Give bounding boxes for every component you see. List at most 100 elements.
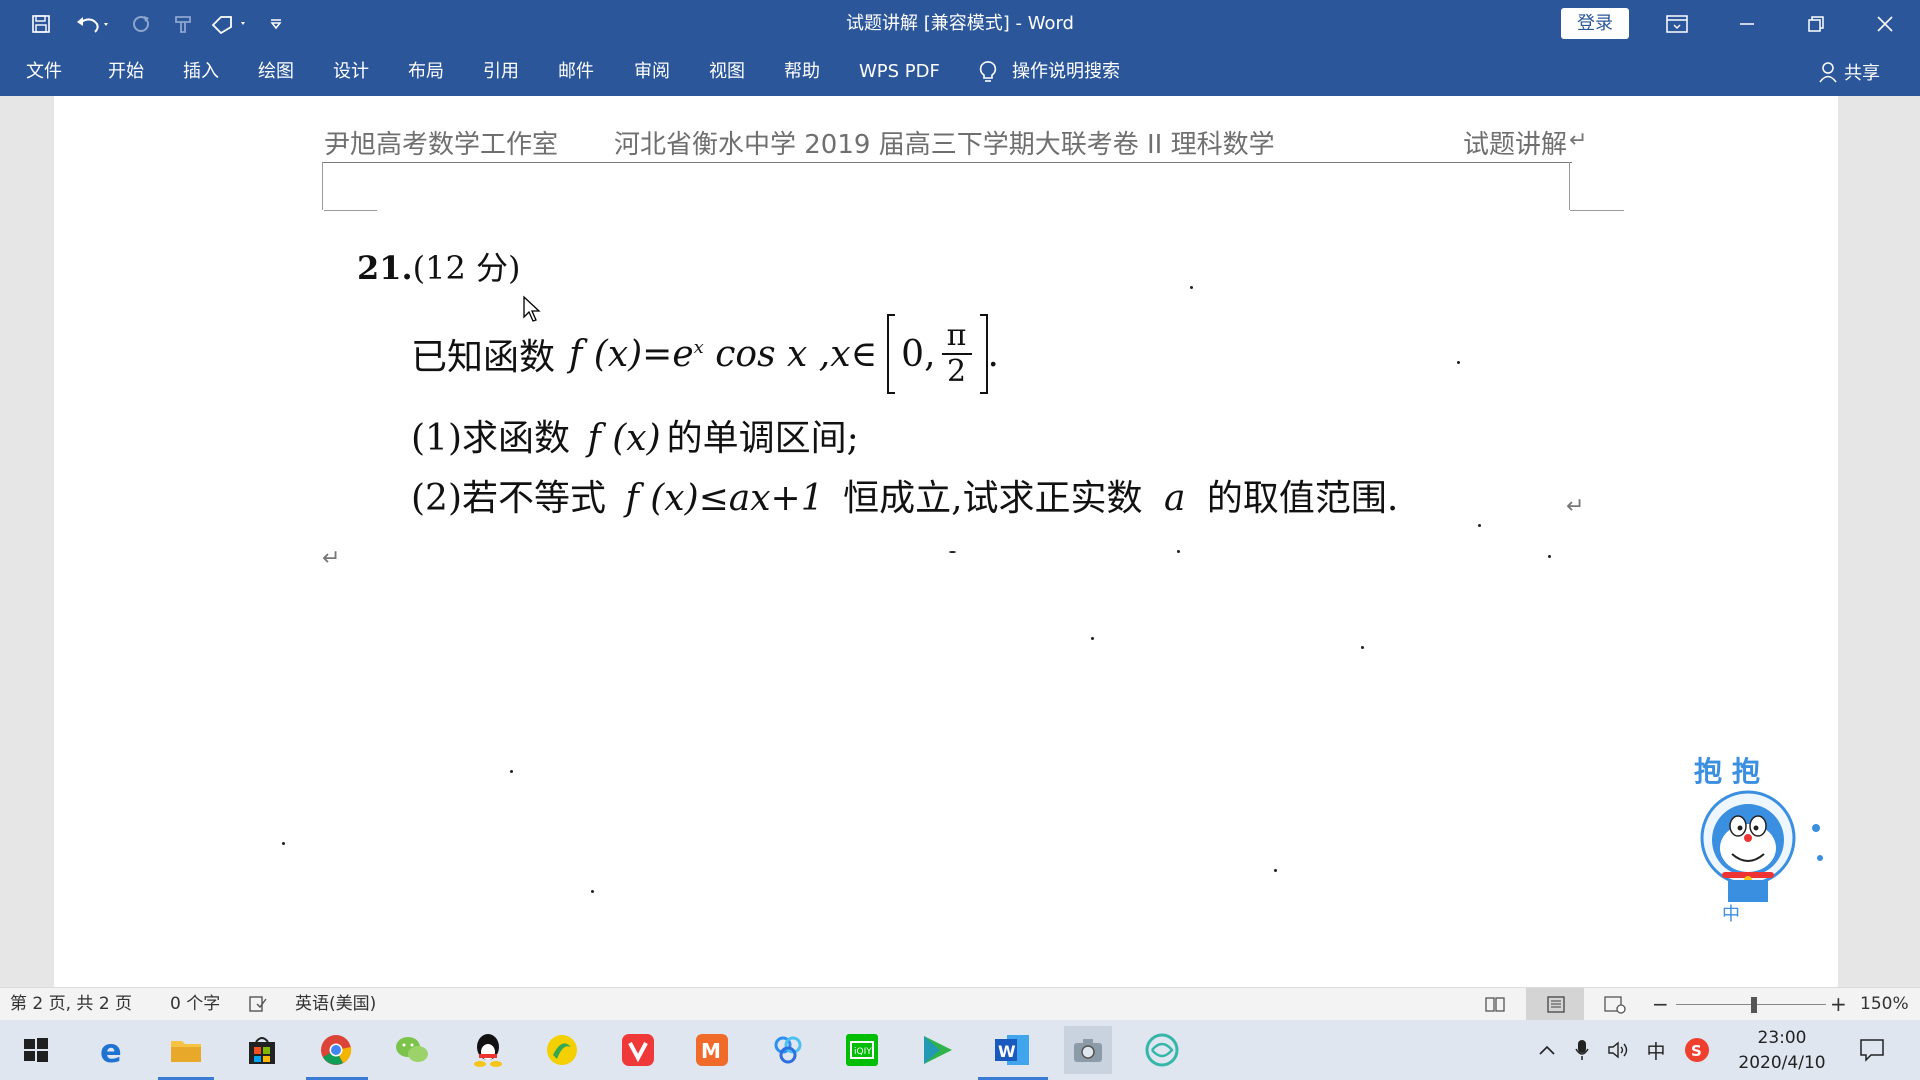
vivaldi-icon[interactable]	[614, 1026, 662, 1074]
restore-icon[interactable]	[1782, 0, 1850, 48]
video-app-icon[interactable]: M	[688, 1026, 736, 1074]
header-right-text: 试题讲解	[1463, 130, 1568, 160]
sogou-input-icon[interactable]: S	[1680, 1020, 1714, 1080]
word-icon[interactable]: W	[988, 1026, 1036, 1074]
wechat-icon[interactable]	[388, 1026, 436, 1074]
qq-icon[interactable]	[464, 1026, 512, 1074]
close-icon[interactable]	[1851, 0, 1919, 48]
header-left-text: 尹旭高考数学工作室	[324, 130, 559, 160]
save-icon[interactable]	[26, 10, 56, 38]
volume-icon[interactable]	[1604, 1020, 1634, 1080]
login-button[interactable]: 登录	[1561, 8, 1629, 39]
web-layout-icon[interactable]	[1603, 988, 1627, 1021]
ribbon-tabs: 文件 开始 插入 绘图 设计 布局 引用 邮件 审阅 视图 帮助 WPS PDF…	[0, 48, 1920, 96]
zoom-out-icon[interactable]: −	[1652, 988, 1669, 1021]
lightbulb-icon	[979, 61, 997, 82]
question-number: 21.	[357, 249, 413, 287]
page-info[interactable]: 第 2 页, 共 2 页	[10, 988, 132, 1021]
paragraph-mark-icon: ↵	[322, 546, 341, 571]
media-player-icon[interactable]	[914, 1026, 962, 1074]
tab-wps-pdf[interactable]: WPS PDF	[859, 48, 940, 96]
zoom-slider[interactable]	[1676, 988, 1826, 1021]
tab-review[interactable]: 审阅	[634, 48, 670, 96]
function-expression: f (x)=ex cos x ,x∈	[569, 333, 878, 375]
clock[interactable]: 23:00 2020/4/10	[1724, 1026, 1840, 1076]
chrome-icon[interactable]	[312, 1026, 360, 1074]
status-bar: 第 2 页, 共 2 页 0 个字 英语(美国) − + 150%	[0, 987, 1920, 1021]
crop-mark	[324, 210, 377, 211]
customize-qat-icon[interactable]	[266, 10, 286, 38]
baidu-netdisk-icon[interactable]	[764, 1026, 812, 1074]
windows-start-icon[interactable]	[12, 1026, 60, 1074]
redo-icon[interactable]	[126, 10, 156, 38]
title-bar: 试题讲解 [兼容模式] - Word 登录	[0, 0, 1920, 48]
function-definition-line: 已知函数 f (x)=ex cos x ,x∈ 0, π 2 .	[411, 314, 999, 394]
sticker-top-text: 抱抱	[1694, 755, 1771, 788]
tab-layout[interactable]: 布局	[408, 48, 444, 96]
document-area[interactable]: 尹旭高考数学工作室 河北省衡水中学 2019 届高三下学期大联考卷 II 理科数…	[0, 96, 1920, 987]
tab-home[interactable]: 开始	[108, 48, 144, 96]
tab-design[interactable]: 设计	[333, 48, 369, 96]
word-count[interactable]: 0 个字	[170, 988, 220, 1021]
share-button[interactable]: 共享	[1818, 48, 1880, 96]
speck	[591, 890, 594, 893]
tab-draw[interactable]: 绘图	[258, 48, 294, 96]
file-explorer-icon[interactable]	[162, 1026, 210, 1074]
print-layout-icon[interactable]	[1526, 988, 1584, 1021]
person-icon	[1819, 62, 1837, 83]
speck	[510, 770, 513, 773]
tab-mailings[interactable]: 邮件	[558, 48, 594, 96]
part2-line: (2)若不等式 f (x)≤ax+1 恒成立,试求正实数 a 的取值范围.	[411, 478, 1399, 519]
question-heading: 21.(12 分)	[357, 243, 521, 289]
crop-mark	[322, 162, 323, 210]
music-app-icon[interactable]	[538, 1026, 586, 1074]
speck	[1177, 550, 1180, 553]
bracket-left	[887, 314, 896, 394]
svg-text:S: S	[1691, 1042, 1702, 1060]
undo-icon[interactable]	[70, 10, 116, 38]
tab-references[interactable]: 引用	[483, 48, 519, 96]
window-title: 试题讲解 [兼容模式] - Word	[846, 13, 1074, 34]
tell-me-search[interactable]: 操作说明搜索	[978, 48, 1120, 96]
touch-mode-icon[interactable]	[206, 10, 252, 38]
camera-app-icon[interactable]	[1064, 1026, 1112, 1074]
speck	[1274, 869, 1277, 872]
speck	[1457, 361, 1460, 364]
tab-file[interactable]: 文件	[26, 48, 62, 96]
intro-text: 已知函数	[411, 337, 556, 378]
document-page[interactable]: 尹旭高考数学工作室 河北省衡水中学 2019 届高三下学期大联考卷 II 理科数…	[54, 96, 1838, 987]
format-painter-icon[interactable]	[168, 10, 198, 38]
proofing-icon[interactable]	[248, 988, 268, 1021]
tab-help[interactable]: 帮助	[784, 48, 820, 96]
svg-text:iQIY: iQIY	[854, 1047, 872, 1057]
microphone-icon[interactable]	[1570, 1020, 1594, 1080]
store-icon[interactable]	[238, 1026, 286, 1074]
svg-text:M: M	[701, 1039, 721, 1063]
speck	[1190, 286, 1193, 289]
speck	[1361, 646, 1364, 649]
doraemon-icon	[1700, 790, 1823, 902]
read-mode-icon[interactable]	[1484, 988, 1506, 1021]
edge-icon[interactable]: e	[88, 1026, 136, 1074]
sticker-bottom-text: 中	[1722, 904, 1740, 925]
zoom-in-icon[interactable]: +	[1830, 988, 1847, 1021]
speck	[282, 842, 285, 845]
tab-insert[interactable]: 插入	[183, 48, 219, 96]
speck	[1091, 637, 1094, 640]
tab-view[interactable]: 视图	[709, 48, 745, 96]
screen-recorder-icon[interactable]	[1138, 1026, 1186, 1074]
minimize-icon[interactable]	[1713, 0, 1781, 48]
show-hidden-icons-icon[interactable]	[1534, 1020, 1560, 1080]
doraemon-sticker: 抱抱 中	[1688, 750, 1838, 930]
language-indicator[interactable]: 英语(美国)	[295, 988, 376, 1021]
header-center-text: 河北省衡水中学 2019 届高三下学期大联考卷 II 理科数学	[614, 130, 1275, 160]
clock-date: 2020/4/10	[1738, 1053, 1826, 1073]
iqiyi-icon[interactable]: iQIY	[838, 1026, 886, 1074]
crop-mark	[1569, 162, 1570, 210]
ribbon-display-options-icon[interactable]	[1643, 0, 1711, 48]
ime-indicator[interactable]: 中	[1642, 1020, 1670, 1080]
share-label: 共享	[1844, 63, 1880, 84]
action-center-icon[interactable]	[1848, 1020, 1896, 1080]
zoom-level[interactable]: 150%	[1860, 988, 1909, 1021]
speck	[949, 551, 956, 553]
